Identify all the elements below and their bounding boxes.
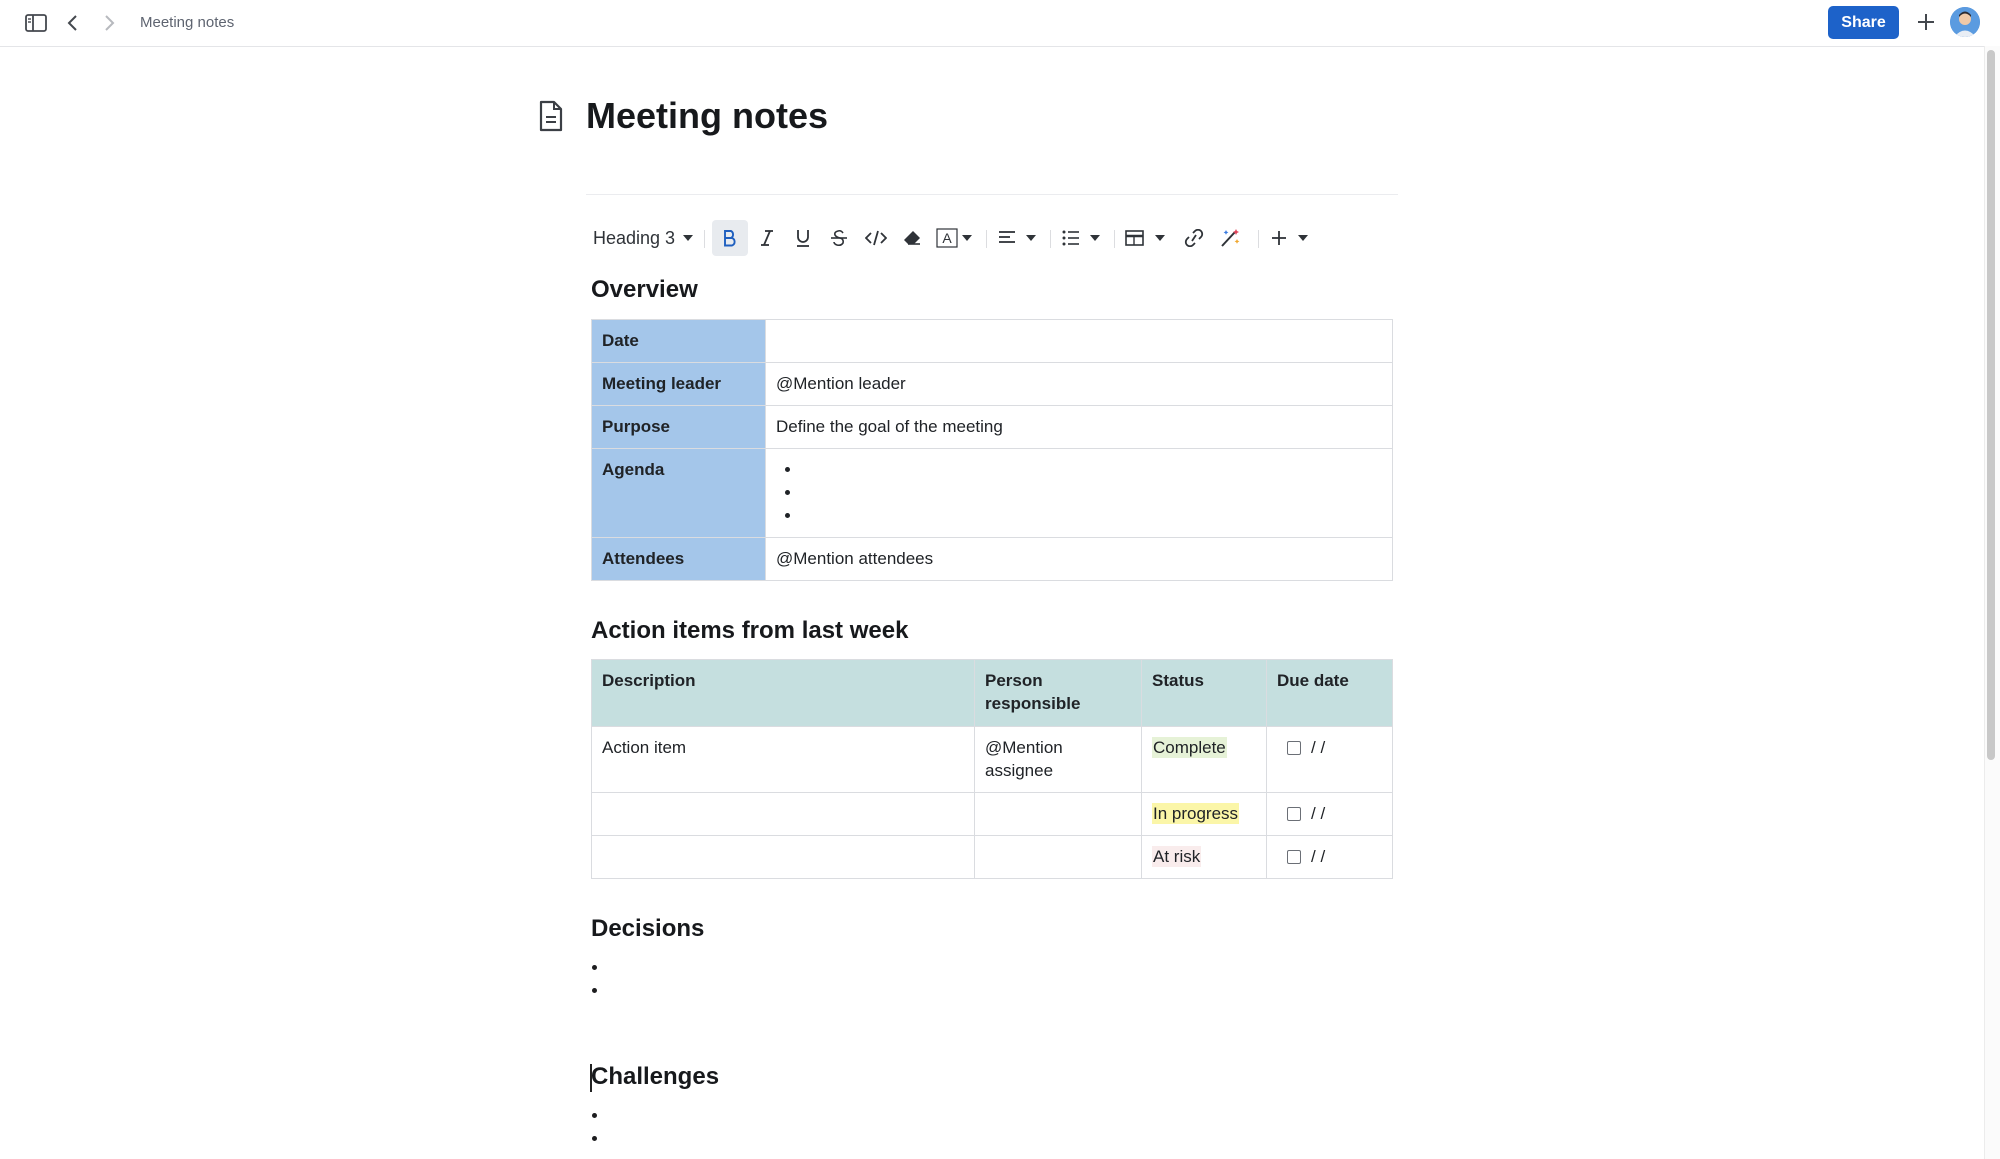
decisions-list bbox=[591, 958, 609, 1004]
toolbar-separator bbox=[704, 230, 705, 248]
document-icon bbox=[538, 100, 564, 137]
plus-icon[interactable] bbox=[1915, 11, 1937, 33]
text-style-dropdown[interactable]: Heading 3 bbox=[590, 220, 698, 256]
due-date-cell[interactable]: / / bbox=[1266, 792, 1393, 836]
breadcrumb[interactable]: Meeting notes bbox=[140, 13, 234, 33]
column-header[interactable]: Due date bbox=[1266, 659, 1393, 727]
description-cell[interactable] bbox=[591, 792, 975, 836]
text-color-icon[interactable]: A bbox=[932, 220, 980, 256]
description-cell[interactable] bbox=[591, 835, 975, 879]
row-label[interactable]: Purpose bbox=[591, 405, 766, 449]
status-cell[interactable]: In progress bbox=[1141, 792, 1267, 836]
agenda-list bbox=[776, 458, 1382, 527]
list-item[interactable] bbox=[802, 458, 1382, 481]
person-cell[interactable] bbox=[974, 792, 1142, 836]
align-icon[interactable] bbox=[994, 220, 1044, 256]
table-row: At risk / / bbox=[591, 835, 1393, 879]
status-cell[interactable]: At risk bbox=[1141, 835, 1267, 879]
checkbox[interactable] bbox=[1287, 806, 1301, 821]
page-title[interactable]: Meeting notes bbox=[586, 92, 828, 140]
underline-icon[interactable] bbox=[788, 220, 818, 256]
row-value[interactable]: @Mention attendees bbox=[765, 537, 1393, 581]
person-cell[interactable]: @Mention assignee bbox=[974, 726, 1142, 793]
italic-icon[interactable] bbox=[752, 220, 782, 256]
code-icon[interactable] bbox=[860, 220, 892, 256]
column-header[interactable]: Description bbox=[591, 659, 975, 727]
table-row: Date bbox=[591, 319, 1393, 363]
status-badge[interactable]: In progress bbox=[1152, 803, 1240, 824]
due-date-cell[interactable]: / / bbox=[1266, 835, 1393, 879]
table-icon[interactable] bbox=[1122, 220, 1172, 256]
svg-text:A: A bbox=[942, 230, 952, 246]
challenges-list bbox=[591, 1106, 609, 1152]
sidebar-toggle-icon[interactable] bbox=[23, 12, 49, 34]
bullet-list-icon[interactable] bbox=[1058, 220, 1108, 256]
table-row: Purpose Define the goal of the meeting bbox=[591, 405, 1393, 449]
scrollbar-thumb[interactable] bbox=[1987, 50, 1995, 760]
table-row: In progress / / bbox=[591, 792, 1393, 836]
overview-table: Date Meeting leader @Mention leader Purp… bbox=[591, 319, 1393, 581]
row-label[interactable]: Agenda bbox=[591, 448, 766, 538]
eraser-icon[interactable] bbox=[896, 220, 928, 256]
section-heading-action-items[interactable]: Action items from last week bbox=[591, 615, 908, 647]
table-row: Attendees @Mention attendees bbox=[591, 537, 1393, 581]
bold-icon[interactable] bbox=[712, 220, 748, 256]
list-item[interactable] bbox=[802, 481, 1382, 504]
section-heading-challenges[interactable]: Challenges bbox=[591, 1061, 719, 1093]
agenda-cell[interactable] bbox=[765, 448, 1393, 538]
toolbar-separator bbox=[1258, 230, 1259, 248]
section-heading-decisions[interactable]: Decisions bbox=[591, 913, 704, 945]
due-date-value[interactable]: / / bbox=[1311, 802, 1325, 825]
table-header-row: Description Person responsible Status Du… bbox=[591, 659, 1393, 727]
avatar[interactable] bbox=[1950, 7, 1980, 37]
due-date-cell[interactable]: / / bbox=[1266, 726, 1393, 793]
text-style-label: Heading 3 bbox=[592, 227, 676, 248]
section-heading-overview[interactable]: Overview bbox=[591, 274, 698, 306]
editor-toolbar: Heading 3 A bbox=[584, 220, 1344, 256]
due-date-value[interactable]: / / bbox=[1311, 845, 1325, 868]
row-label[interactable]: Meeting leader bbox=[591, 362, 766, 406]
chevron-down-icon bbox=[683, 235, 694, 241]
column-header[interactable]: Status bbox=[1141, 659, 1267, 727]
table-row: Agenda bbox=[591, 448, 1393, 538]
back-arrow-icon[interactable] bbox=[62, 12, 82, 34]
row-value[interactable] bbox=[765, 319, 1393, 363]
column-header[interactable]: Person responsible bbox=[974, 659, 1142, 727]
checkbox[interactable] bbox=[1287, 849, 1301, 864]
top-bar: Meeting notes Share bbox=[0, 0, 2000, 47]
insert-plus-icon[interactable] bbox=[1266, 220, 1316, 256]
table-row: Action item @Mention assignee Complete /… bbox=[591, 726, 1393, 793]
list-item[interactable] bbox=[802, 504, 1382, 527]
divider bbox=[586, 194, 1398, 195]
checkbox[interactable] bbox=[1287, 740, 1301, 755]
toolbar-separator bbox=[1114, 230, 1115, 248]
row-label[interactable]: Attendees bbox=[591, 537, 766, 581]
strikethrough-icon[interactable] bbox=[824, 220, 854, 256]
due-date-value[interactable]: / / bbox=[1311, 736, 1325, 759]
toolbar-separator bbox=[1050, 230, 1051, 248]
row-value[interactable]: @Mention leader bbox=[765, 362, 1393, 406]
action-items-table: Description Person responsible Status Du… bbox=[591, 659, 1393, 879]
row-value[interactable]: Define the goal of the meeting bbox=[765, 405, 1393, 449]
description-cell[interactable]: Action item bbox=[591, 726, 975, 793]
forward-arrow-icon[interactable] bbox=[100, 12, 120, 34]
status-cell[interactable]: Complete bbox=[1141, 726, 1267, 793]
share-button[interactable]: Share bbox=[1828, 6, 1899, 39]
link-icon[interactable] bbox=[1178, 220, 1210, 256]
status-badge[interactable]: At risk bbox=[1152, 846, 1202, 867]
status-badge[interactable]: Complete bbox=[1152, 737, 1227, 758]
table-row: Meeting leader @Mention leader bbox=[591, 362, 1393, 406]
magic-wand-icon[interactable] bbox=[1214, 220, 1246, 256]
toolbar-separator bbox=[986, 230, 987, 248]
person-cell[interactable] bbox=[974, 835, 1142, 879]
row-label[interactable]: Date bbox=[591, 319, 766, 363]
